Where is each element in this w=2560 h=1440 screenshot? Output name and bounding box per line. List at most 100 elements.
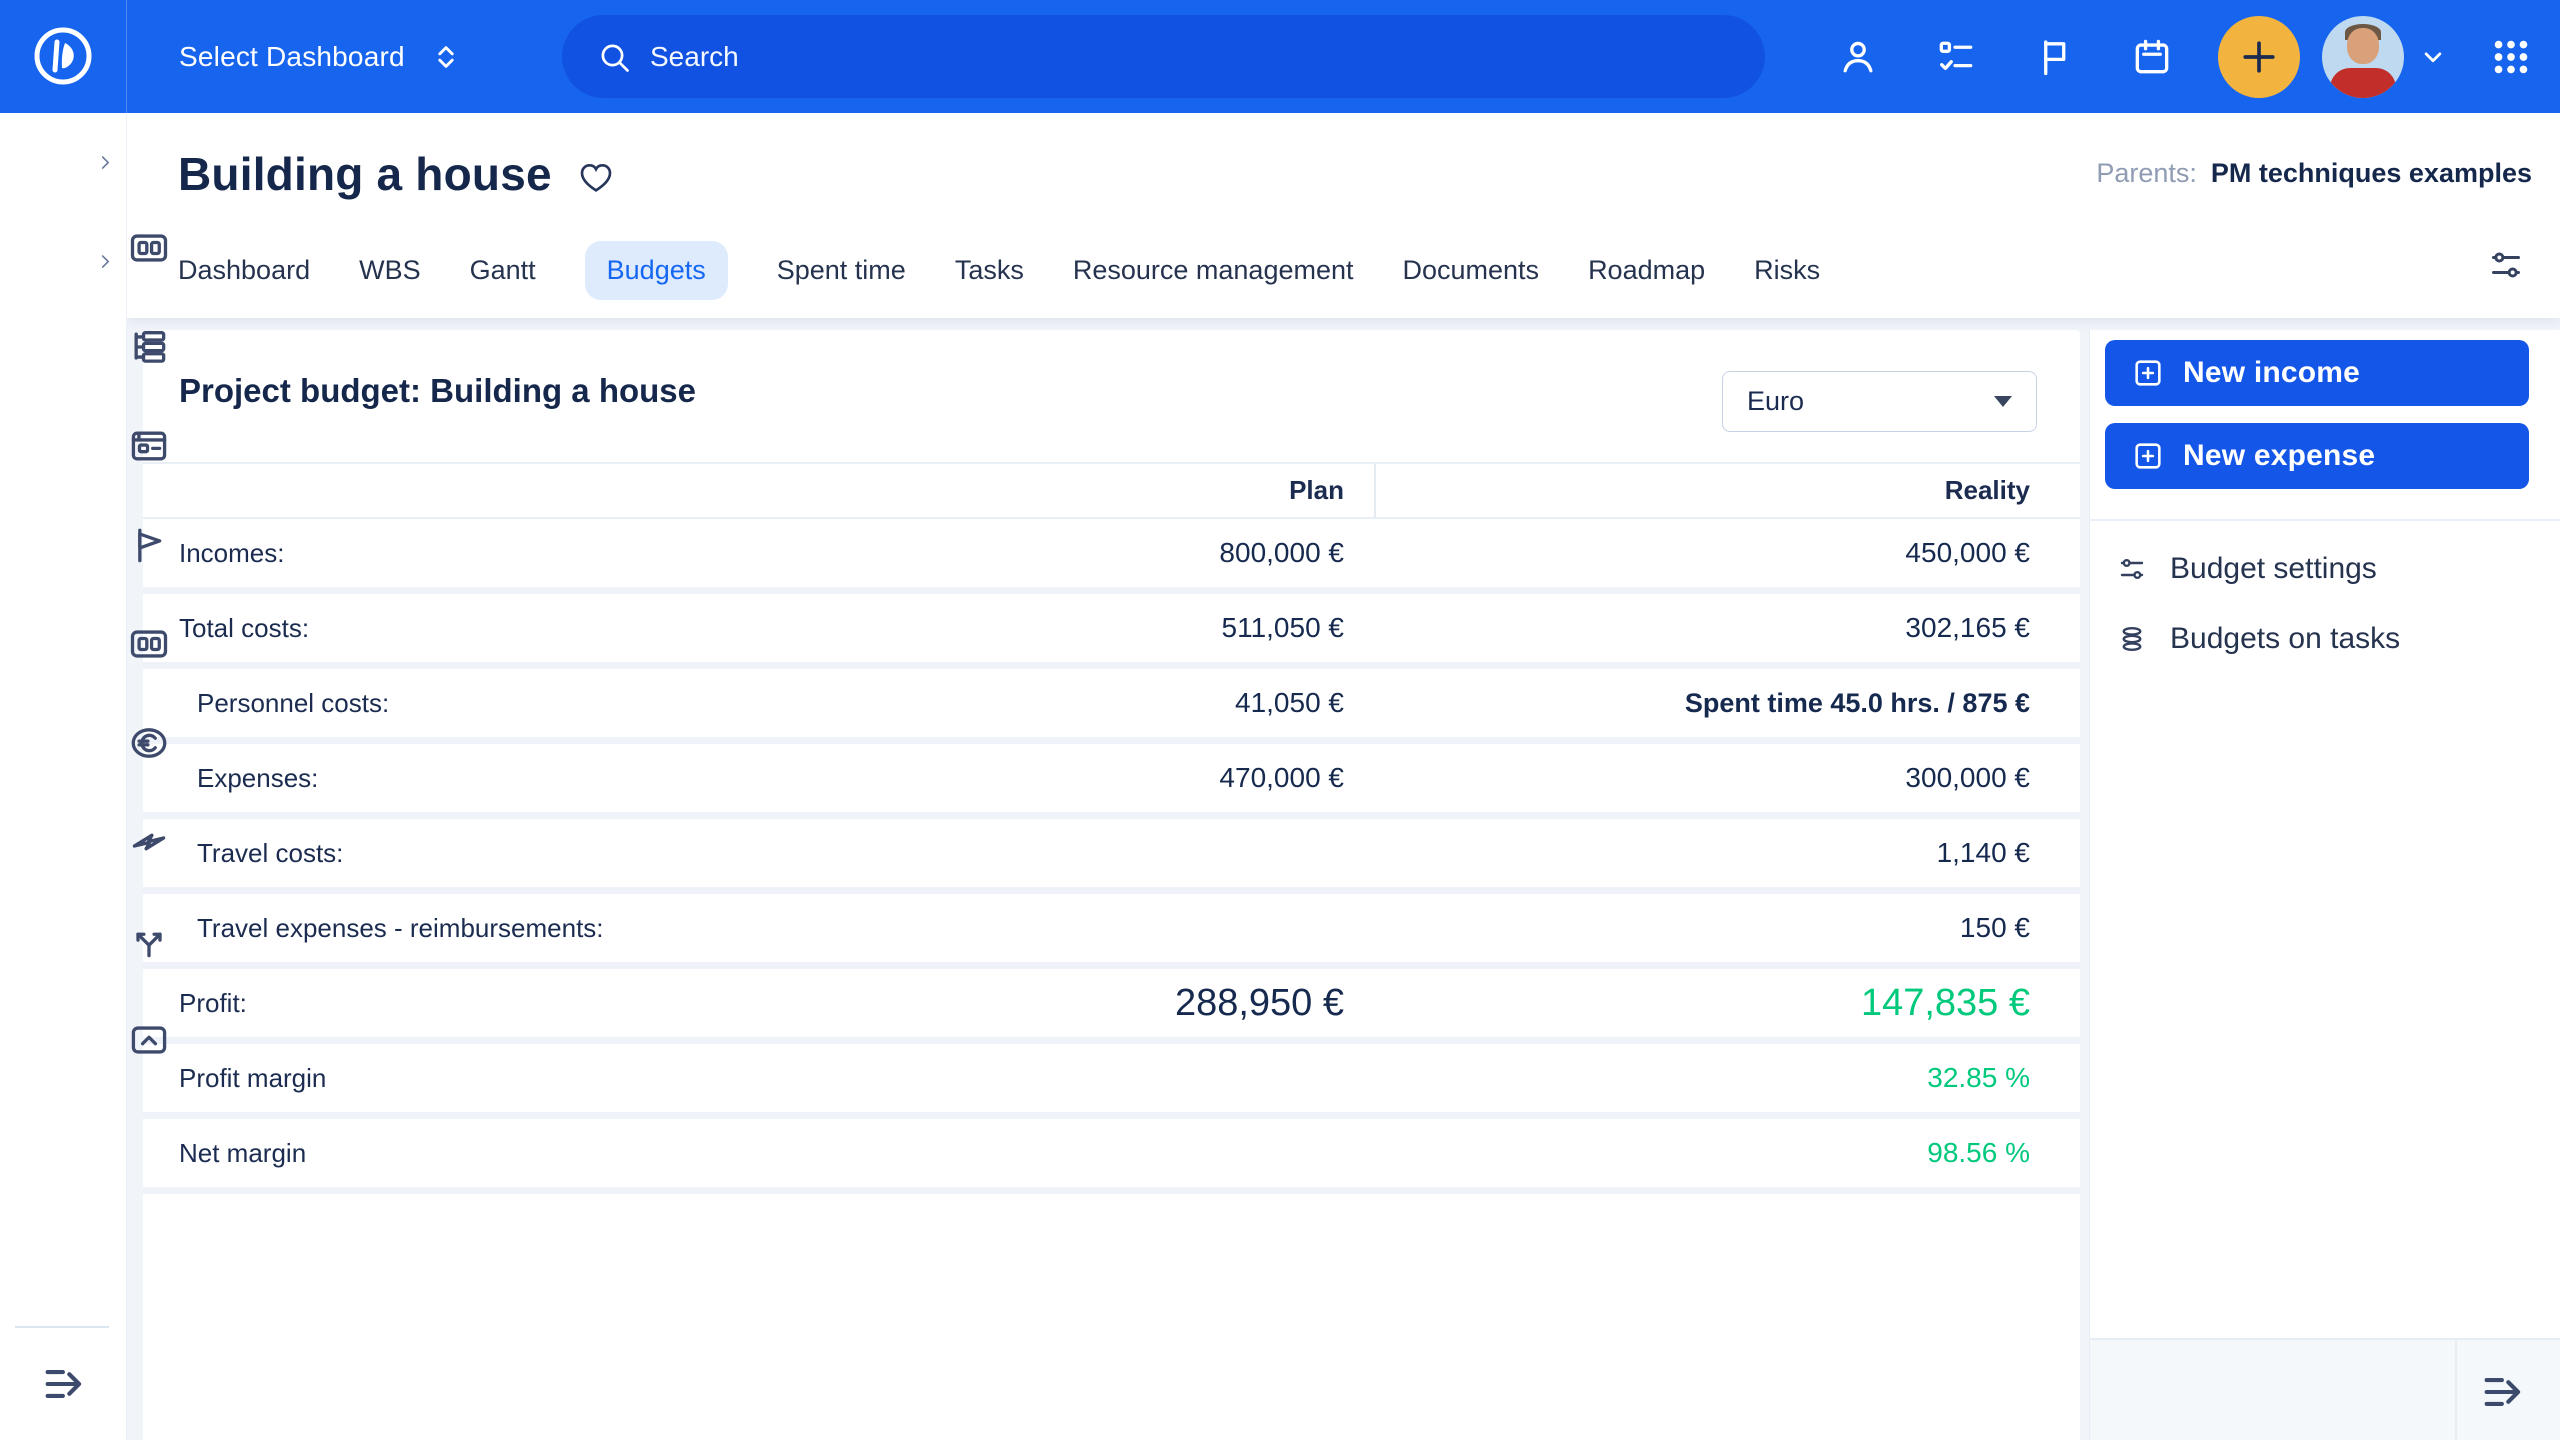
split-arrows-icon	[127, 919, 171, 963]
tab-spent-time[interactable]: Spent time	[777, 255, 906, 286]
row-plan-value	[814, 894, 1374, 962]
row-reality-value: 32.85 %	[1374, 1044, 2080, 1112]
row-reality-value: 150 €	[1374, 894, 2080, 962]
row-label: Personnel costs:	[143, 669, 814, 737]
tab-dashboard[interactable]: Dashboard	[178, 255, 310, 286]
row-plan-value: 470,000 €	[814, 744, 1374, 812]
tab-documents[interactable]: Documents	[1403, 255, 1540, 286]
sidebar-item-dashboard-board[interactable]	[0, 113, 126, 212]
budget-row: Incomes:800,000 €450,000 €	[143, 519, 2080, 594]
sidebar-item-lightning[interactable]	[0, 707, 126, 806]
coins-stack-icon	[2116, 623, 2148, 655]
chevron-right-icon[interactable]	[94, 251, 116, 273]
row-label: Profit:	[143, 969, 814, 1037]
budget-row: Travel expenses - reimbursements: 150 €	[143, 894, 2080, 969]
parents-value[interactable]: PM techniques examples	[2211, 158, 2532, 189]
budget-table-header: Plan Reality	[143, 462, 2080, 519]
currency-select[interactable]: Euro	[1722, 371, 2037, 432]
settings-sliders-icon[interactable]	[2486, 245, 2526, 285]
page-title: Building a house	[178, 147, 552, 201]
dashboard-board-icon	[127, 226, 171, 270]
row-label: Expenses:	[143, 744, 814, 812]
plus-icon	[2237, 35, 2281, 79]
logo-icon	[31, 25, 95, 89]
search-placeholder: Search	[650, 41, 739, 73]
user-avatar[interactable]	[2322, 16, 2404, 98]
expand-panel-icon[interactable]	[2478, 1366, 2530, 1418]
budget-settings-link[interactable]: Budget settings	[2116, 552, 2377, 586]
apps-grid-icon[interactable]	[2488, 34, 2534, 80]
budget-row: Personnel costs:41,050 €Spent time 45.0 …	[143, 669, 2080, 744]
tab-risks[interactable]: Risks	[1754, 255, 1820, 286]
budget-row: Expenses:470,000 €300,000 €	[143, 744, 2080, 819]
row-reality-value: Spent time 45.0 hrs. / 875 €	[1374, 669, 2080, 737]
budget-table: Plan Reality Incomes:800,000 €450,000 €T…	[143, 462, 2080, 1194]
search-icon	[596, 39, 632, 75]
sliders-icon	[2116, 553, 2148, 585]
row-reality-value: 147,835 €	[1374, 969, 2080, 1037]
budget-heading: Project budget: Building a house	[179, 372, 696, 410]
new-income-button[interactable]: New income	[2105, 340, 2529, 406]
main-area: Building a house Parents: PM techniques …	[127, 113, 2560, 1440]
board-icon	[127, 622, 171, 666]
row-label: Net margin	[143, 1119, 814, 1187]
tab-tasks[interactable]: Tasks	[955, 255, 1024, 286]
row-plan-value: 800,000 €	[814, 519, 1374, 587]
chevron-down-icon[interactable]	[2418, 42, 2448, 72]
lightning-icon	[127, 820, 171, 864]
budgets-on-tasks-link[interactable]: Budgets on tasks	[2116, 622, 2400, 656]
row-label: Travel costs:	[143, 819, 814, 887]
sidebar-item-split-arrows[interactable]	[0, 806, 126, 905]
browser-card-icon	[127, 424, 171, 468]
row-reality-value: 302,165 €	[1374, 594, 2080, 662]
row-reality-value: 450,000 €	[1374, 519, 2080, 587]
select-dashboard[interactable]: Select Dashboard	[179, 41, 461, 73]
checklist-icon[interactable]	[1934, 35, 1978, 79]
panel-divider	[2090, 519, 2560, 521]
breadcrumb-parents: Parents: PM techniques examples	[2096, 158, 2532, 189]
select-dashboard-label: Select Dashboard	[179, 41, 405, 73]
tree-hierarchy-icon	[127, 325, 171, 369]
top-bar: Select Dashboard Search	[0, 0, 2560, 113]
sidebar-item-board[interactable]	[0, 509, 126, 608]
flag-icon[interactable]	[2032, 35, 2076, 79]
new-expense-button[interactable]: New expense	[2105, 423, 2529, 489]
row-label: Travel expenses - reimbursements:	[143, 894, 814, 962]
select-caret-icon	[1994, 396, 2012, 407]
sidebar-item-browser-card[interactable]	[0, 311, 126, 410]
quick-add-button[interactable]	[2218, 16, 2300, 98]
tab-budgets[interactable]: Budgets	[585, 241, 728, 300]
user-icon[interactable]	[1836, 35, 1880, 79]
favorite-heart-icon[interactable]	[576, 156, 616, 196]
sidebar-item-tray-up[interactable]	[0, 905, 126, 1004]
budget-row: Travel costs:1,140 €	[143, 819, 2080, 894]
sidebar-item-euro-coin[interactable]	[0, 608, 126, 707]
calendar-icon[interactable]	[2130, 35, 2174, 79]
tray-up-icon	[127, 1018, 171, 1062]
sort-chevrons-icon	[431, 42, 461, 72]
row-plan-value	[814, 1044, 1374, 1112]
row-reality-value: 300,000 €	[1374, 744, 2080, 812]
sidebar-item-milestone-flag[interactable]	[0, 410, 126, 509]
row-label: Incomes:	[143, 519, 814, 587]
expand-sidebar-icon[interactable]	[39, 1358, 91, 1410]
topbar-right-icons	[1782, 0, 2534, 113]
search-input[interactable]: Search	[562, 15, 1765, 98]
sidebar-footer	[0, 1326, 126, 1440]
plus-square-icon	[2131, 356, 2165, 390]
column-plan: Plan	[814, 464, 1374, 517]
budget-card: Project budget: Building a house Euro Pl…	[143, 330, 2080, 1440]
plus-square-icon	[2131, 439, 2165, 473]
row-label: Total costs:	[143, 594, 814, 662]
column-reality: Reality	[1374, 464, 2080, 517]
tab-gantt[interactable]: Gantt	[470, 255, 536, 286]
tab-roadmap[interactable]: Roadmap	[1588, 255, 1705, 286]
tab-resource-management[interactable]: Resource management	[1073, 255, 1354, 286]
tab-wbs[interactable]: WBS	[359, 255, 421, 286]
euro-coin-icon	[127, 721, 171, 765]
easy-project-logo[interactable]	[0, 0, 127, 113]
row-plan-value: 511,050 €	[814, 594, 1374, 662]
sidebar-item-tree-hierarchy[interactable]	[0, 212, 126, 311]
chevron-right-icon[interactable]	[94, 152, 116, 174]
milestone-flag-icon	[127, 523, 171, 567]
